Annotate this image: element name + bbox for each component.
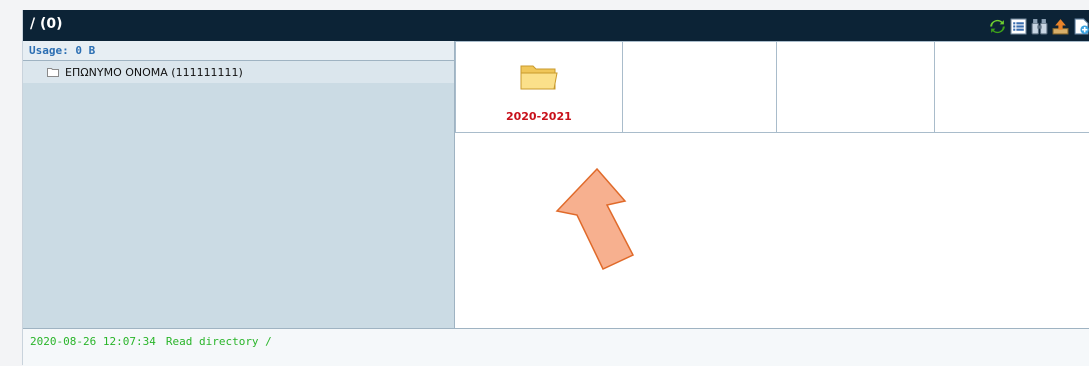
status-message: 2020-08-26 12:07:34 Read directory / xyxy=(30,335,282,348)
folder-icon xyxy=(520,65,558,90)
status-timestamp: 2020-08-26 12:07:34 xyxy=(30,335,156,348)
file-tile-empty xyxy=(777,41,936,133)
refresh-icon[interactable] xyxy=(989,18,1006,35)
tree-item-label: ΕΠΩΝΥΜΟ ΟΝΟΜΑ (111111111) xyxy=(65,65,243,79)
current-path-title: / (0) xyxy=(30,16,63,32)
status-bar: 2020-08-26 12:07:34 Read directory / xyxy=(23,328,1089,366)
file-grid-row: 2020-2021 xyxy=(455,41,1089,133)
folder-tree-panel: Usage: 0 B ΕΠΩΝΥΜΟ ΟΝΟΜΑ (111111111) xyxy=(23,41,455,328)
binoculars-icon[interactable] xyxy=(1031,18,1048,35)
new-file-icon[interactable] xyxy=(1073,18,1089,35)
tree-item-root-folder[interactable]: ΕΠΩΝΥΜΟ ΟΝΟΜΑ (111111111) xyxy=(23,61,454,83)
toolbar xyxy=(989,16,1089,36)
title-bar: / (0) xyxy=(23,10,1089,41)
file-tile-folder[interactable]: 2020-2021 xyxy=(455,41,623,133)
status-text: Read directory / xyxy=(165,335,272,348)
folder-icon xyxy=(47,68,59,77)
usage-label: Usage: 0 B xyxy=(23,41,454,61)
file-tile-empty xyxy=(622,41,778,133)
list-view-icon[interactable] xyxy=(1010,18,1027,35)
file-manager-window: / (0) Usage: 0 B ΕΠΩΝΥΜΟ ΟΝΟΜΑ (11111111… xyxy=(22,10,1089,366)
file-tile-empty xyxy=(935,41,1089,133)
file-grid-panel: 2020-2021 xyxy=(455,41,1089,328)
file-tile-label: 2020-2021 xyxy=(505,110,572,123)
arrow-annotation-icon xyxy=(555,167,635,270)
upload-icon[interactable] xyxy=(1052,18,1069,35)
